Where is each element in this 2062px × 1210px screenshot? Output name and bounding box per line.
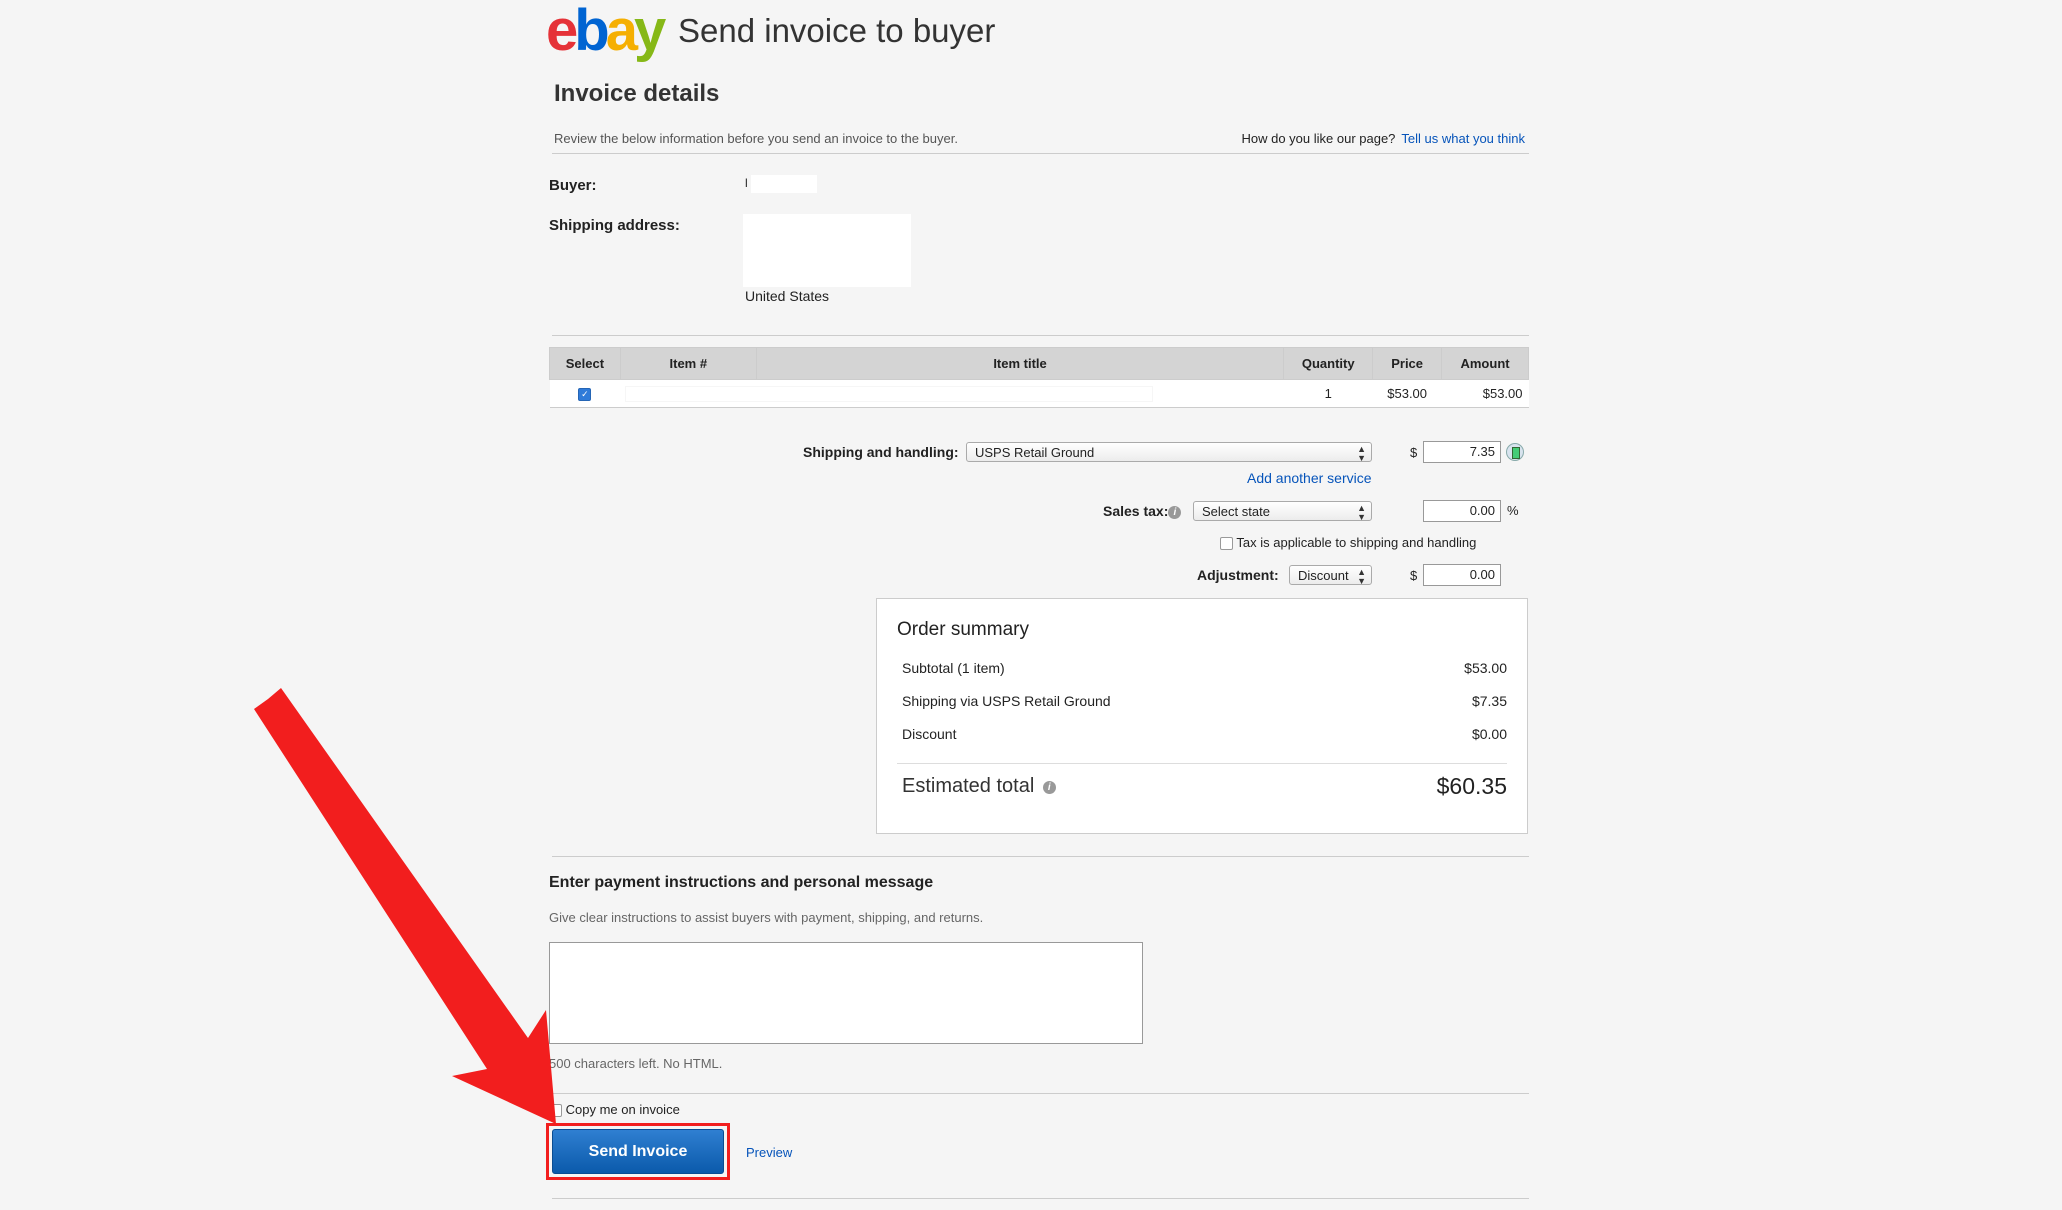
arrow-shape (254, 688, 556, 1124)
annotation-arrow (254, 688, 556, 1124)
